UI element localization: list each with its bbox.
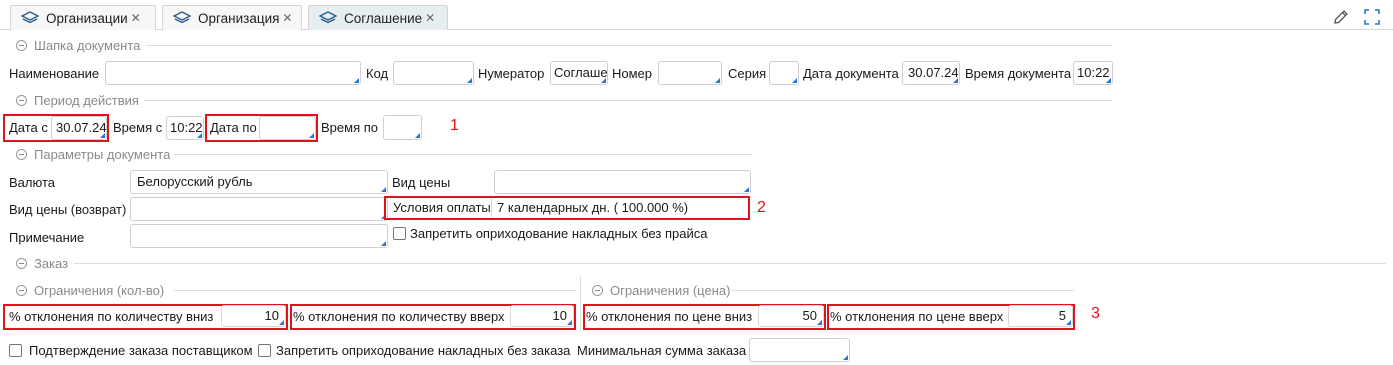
tab-label: Организация bbox=[198, 10, 280, 26]
time-to-field[interactable] bbox=[383, 115, 422, 140]
document-date-label: Дата документа bbox=[803, 66, 899, 81]
collapse-icon bbox=[16, 39, 27, 51]
group-header-document[interactable]: Шапка документа bbox=[16, 37, 140, 53]
price-type-field[interactable] bbox=[494, 170, 751, 194]
layers-icon bbox=[319, 11, 337, 24]
code-field[interactable] bbox=[393, 61, 474, 85]
supplier-confirmation-checkbox[interactable] bbox=[9, 344, 22, 357]
series-label: Серия bbox=[728, 66, 767, 81]
time-from-field[interactable]: 10:22 bbox=[166, 116, 204, 140]
qty-up-label: % отклонения по количеству вверх bbox=[293, 309, 505, 324]
document-date-field[interactable]: 30.07.24 bbox=[902, 61, 960, 85]
tab-label: Организации bbox=[46, 10, 128, 26]
highlight-box bbox=[205, 114, 318, 142]
note-field[interactable] bbox=[130, 224, 388, 248]
payment-terms-value[interactable]: 7 календарных дн. ( 100.000 %) bbox=[497, 197, 688, 219]
tab-organizations[interactable]: Организации ✕ bbox=[10, 5, 156, 30]
pencil-icon[interactable] bbox=[1331, 7, 1351, 27]
code-label: Код bbox=[366, 66, 389, 81]
tab-agreement[interactable]: Соглашение ✕ bbox=[308, 5, 448, 30]
forbid-without-price-label: Запретить оприходование накладных без пр… bbox=[410, 226, 708, 241]
annotation-marker-1: 1 bbox=[450, 117, 459, 134]
price-down-field[interactable]: 50 bbox=[758, 305, 824, 327]
annotation-marker-2: 2 bbox=[757, 199, 766, 216]
group-header-parameters[interactable]: Параметры документа bbox=[16, 146, 170, 162]
name-field[interactable] bbox=[105, 61, 361, 85]
numerator-field[interactable]: Соглаше bbox=[550, 61, 608, 85]
highlight-box bbox=[3, 114, 109, 142]
group-divider bbox=[146, 45, 1112, 46]
collapse-icon bbox=[16, 284, 27, 296]
close-icon[interactable]: ✕ bbox=[282, 11, 292, 25]
price-type-label: Вид цены bbox=[392, 175, 451, 190]
expand-icon[interactable] bbox=[1362, 7, 1382, 27]
note-label: Примечание bbox=[9, 230, 85, 245]
forbid-without-price-checkbox[interactable] bbox=[393, 227, 406, 240]
group-header-qty-limits[interactable]: Ограничения (кол-во) bbox=[16, 282, 164, 298]
close-icon[interactable]: ✕ bbox=[425, 11, 435, 25]
price-up-label: % отклонения по цене вверх bbox=[830, 309, 1004, 324]
layers-icon bbox=[21, 11, 39, 24]
collapse-icon bbox=[16, 148, 27, 160]
group-divider bbox=[144, 100, 1112, 101]
group-divider bbox=[174, 154, 752, 155]
annotation-marker-3: 3 bbox=[1091, 305, 1100, 322]
group-header-period[interactable]: Период действия bbox=[16, 92, 139, 108]
qty-down-label: % отклонения по количеству вниз bbox=[9, 309, 214, 324]
forbid-without-order-checkbox[interactable] bbox=[258, 344, 271, 357]
document-time-label: Время документа bbox=[965, 66, 1072, 81]
number-label: Номер bbox=[612, 66, 653, 81]
group-divider bbox=[74, 263, 1386, 264]
collapse-icon bbox=[592, 284, 603, 296]
collapse-icon bbox=[16, 257, 27, 269]
return-price-type-field[interactable] bbox=[130, 197, 388, 221]
time-from-label: Время с bbox=[113, 120, 163, 135]
group-header-price-limits[interactable]: Ограничения (цена) bbox=[592, 282, 730, 298]
forbid-without-order-label: Запретить оприходование накладных без за… bbox=[276, 343, 571, 358]
number-field[interactable] bbox=[658, 61, 722, 85]
price-up-field[interactable]: 5 bbox=[1008, 305, 1073, 327]
group-header-order[interactable]: Заказ bbox=[16, 255, 68, 271]
min-order-sum-label: Минимальная сумма заказа bbox=[577, 343, 747, 358]
close-icon[interactable]: ✕ bbox=[131, 11, 141, 25]
document-time-field[interactable]: 10:22 bbox=[1073, 61, 1113, 85]
column-separator bbox=[580, 276, 581, 332]
tab-organization[interactable]: Организация ✕ bbox=[162, 5, 302, 30]
payment-terms-label: Условия оплаты bbox=[393, 200, 491, 215]
group-divider bbox=[174, 290, 576, 291]
layers-icon bbox=[173, 11, 191, 24]
currency-field[interactable]: Белорусский рубль bbox=[130, 170, 388, 194]
supplier-confirmation-label: Подтверждение заказа поставщиком bbox=[29, 343, 253, 358]
name-label: Наименование bbox=[9, 66, 100, 81]
qty-up-field[interactable]: 10 bbox=[510, 305, 574, 327]
time-to-label: Время по bbox=[321, 120, 378, 135]
min-order-sum-field[interactable] bbox=[749, 338, 850, 362]
numerator-label: Нумератор bbox=[478, 66, 545, 81]
qty-down-field[interactable]: 10 bbox=[221, 305, 286, 327]
group-divider bbox=[732, 290, 1074, 291]
series-field[interactable] bbox=[769, 61, 799, 85]
price-down-label: % отклонения по цене вниз bbox=[586, 309, 753, 324]
tab-label: Соглашение bbox=[344, 10, 423, 26]
collapse-icon bbox=[16, 94, 27, 106]
cell-separator bbox=[491, 199, 492, 217]
return-price-type-label: Вид цены (возврат) bbox=[9, 202, 127, 217]
currency-label: Валюта bbox=[9, 175, 55, 190]
